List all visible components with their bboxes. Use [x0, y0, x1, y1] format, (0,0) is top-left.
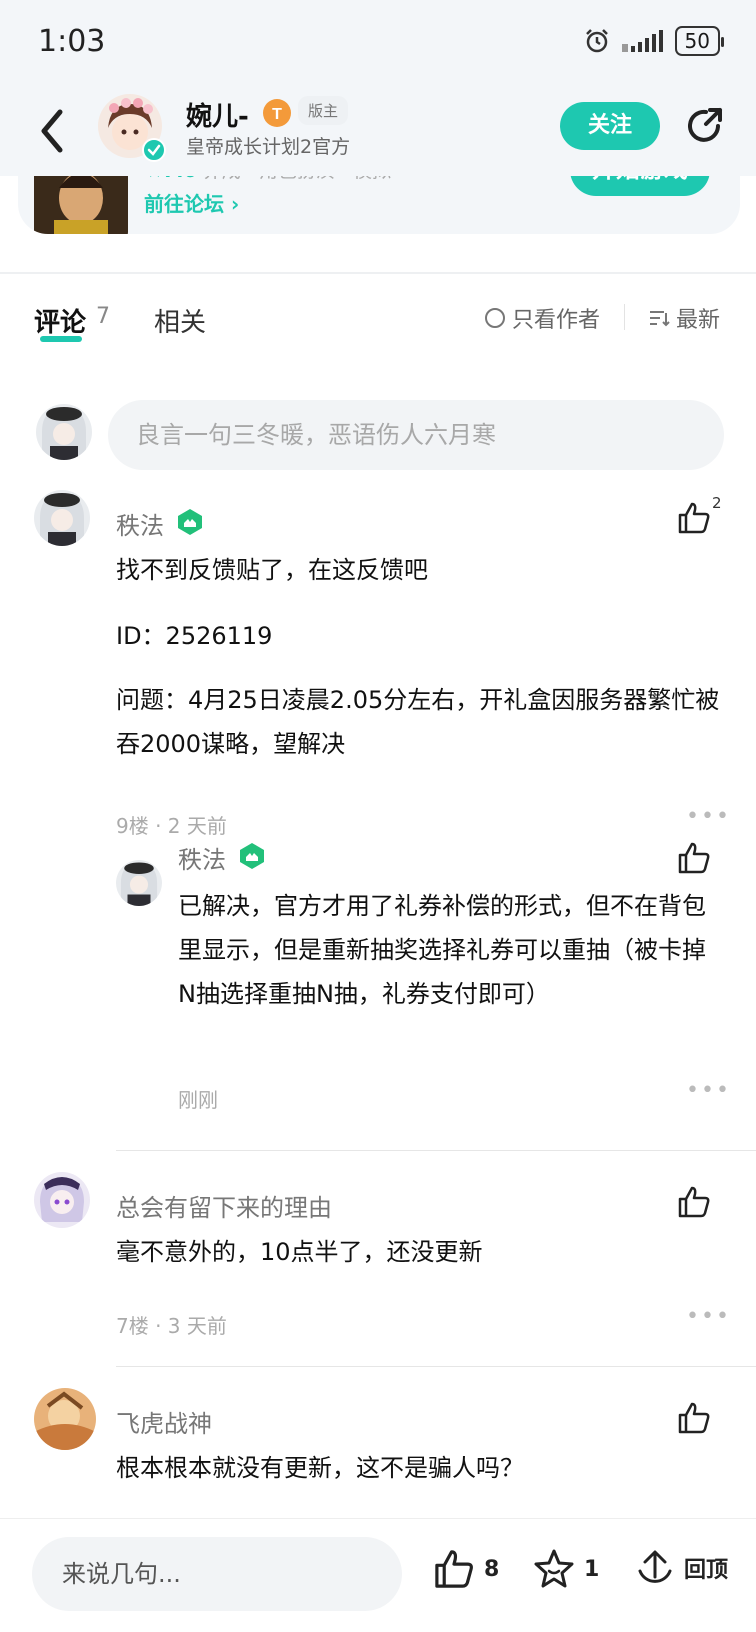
like-icon[interactable] [676, 500, 712, 536]
comment-meta: 7楼 · 3 天前 [116, 1314, 227, 1338]
comment-item: 秩法 2 找不到反馈贴了，在这反馈吧 ID：2526119 问题：4月25日凌晨… [0, 486, 756, 1126]
reply-input[interactable] [32, 1537, 402, 1611]
favorite-count: 1 [584, 1556, 600, 1582]
like-icon[interactable] [676, 1400, 712, 1436]
battery-indicator: 50 [674, 26, 725, 56]
commenter-avatar[interactable] [34, 1388, 96, 1450]
commenter-name[interactable]: 飞虎战神 [116, 1404, 212, 1439]
share-icon[interactable] [684, 104, 726, 146]
sort-icon [650, 311, 670, 327]
comment-tabs: 评论 7 相关 只看作者 最新 [0, 296, 756, 352]
verified-icon [142, 138, 166, 162]
tab-comments[interactable]: 评论 [34, 302, 86, 339]
comment-count: 7 [96, 304, 110, 329]
status-bar: 1:03 50 [0, 0, 756, 88]
author-name[interactable]: 婉儿- [186, 96, 249, 133]
forum-link[interactable]: 前往论坛 › [144, 188, 239, 217]
reply-meta: 刚刚 [178, 1088, 218, 1112]
comment-divider [116, 1366, 756, 1367]
sort-toggle[interactable]: 最新 [648, 302, 720, 334]
back-to-top-button[interactable]: 回顶 [634, 1547, 728, 1589]
like-icon[interactable] [676, 840, 712, 876]
comment-divider [116, 1150, 756, 1151]
commenter-name[interactable]: 秩法 [116, 506, 164, 541]
author-avatar[interactable] [98, 94, 166, 162]
comment-text-line-1: 找不到反馈贴了，在这反馈吧 [116, 556, 428, 584]
section-divider [0, 272, 756, 274]
my-avatar [36, 404, 92, 460]
comment-item: 飞虎战神 根本根本就没有更新，这不是骗人吗？ [0, 1384, 756, 1514]
reply-name[interactable]: 秩法 [178, 840, 226, 875]
comment-meta: 9楼 · 2 天前 [116, 814, 227, 838]
role-badge: 版主 [298, 96, 349, 125]
reply-avatar[interactable] [116, 860, 162, 906]
sort-label: 最新 [676, 308, 721, 333]
like-count: 2 [712, 494, 722, 512]
commenter-name[interactable]: 总会有留下来的理由 [116, 1188, 332, 1223]
more-options-icon[interactable]: ••• [686, 1304, 731, 1329]
comment-input[interactable] [108, 400, 724, 470]
level-badge-icon [240, 843, 264, 869]
tab-related[interactable]: 相关 [154, 302, 206, 339]
upload-arrow-icon [638, 1550, 672, 1583]
tab-separator [624, 304, 625, 330]
status-icons: 50 [583, 26, 725, 56]
more-options-icon[interactable]: ••• [686, 1078, 731, 1103]
back-arrow-icon[interactable] [36, 106, 66, 156]
comment-text-line-2: ID：2526119 [116, 622, 273, 650]
signal-icon [621, 30, 663, 52]
reply-text: 已解决，官方才用了礼券补偿的形式，但不在背包里显示，但是重新抽奖选择礼券可以重抽… [178, 892, 706, 1008]
level-badge-icon: T [263, 99, 291, 127]
commenter-avatar[interactable] [34, 490, 90, 546]
comment-text: 毫不意外的，10点半了，还没更新 [116, 1238, 483, 1266]
back-to-top-label: 回顶 [684, 1558, 729, 1583]
tab-active-indicator [40, 336, 82, 342]
post-like-count: 8 [484, 1556, 500, 1582]
comment-item: 总会有留下来的理由 毫不意外的，10点半了，还没更新 7楼 · 3 天前 ••• [0, 1168, 756, 1348]
like-icon[interactable] [676, 1184, 712, 1220]
radio-circle-icon [485, 308, 505, 328]
post-header: 婉儿- T 版主 皇帝成长计划2官方 关注 [0, 88, 756, 176]
thumbs-up-icon [435, 1550, 473, 1588]
comment-text-line-3: 问题：4月25日凌晨2.05分左右，开礼盒因服务器繁忙被吞2000谋略，望解决 [116, 686, 720, 758]
star-icon [534, 1549, 574, 1588]
only-author-label: 只看作者 [512, 308, 601, 333]
level-badge-letter: T [272, 106, 282, 123]
commenter-avatar[interactable] [34, 1172, 90, 1228]
only-author-toggle[interactable]: 只看作者 [484, 302, 600, 334]
favorite-button[interactable]: 1 [532, 1547, 599, 1591]
follow-button[interactable]: 关注 [560, 102, 660, 150]
alarm-icon [585, 29, 608, 53]
author-subtitle: 皇帝成长计划2官方 [186, 136, 351, 158]
more-options-icon[interactable]: ••• [686, 804, 731, 829]
bottom-action-bar: 8 1 回顶 [0, 1518, 756, 1632]
like-post-button[interactable]: 8 [432, 1547, 499, 1591]
comment-input-row [0, 396, 756, 472]
comment-text: 根本根本就没有更新，这不是骗人吗？ [116, 1454, 524, 1482]
status-time: 1:03 [38, 24, 106, 59]
level-badge-icon [178, 509, 202, 535]
